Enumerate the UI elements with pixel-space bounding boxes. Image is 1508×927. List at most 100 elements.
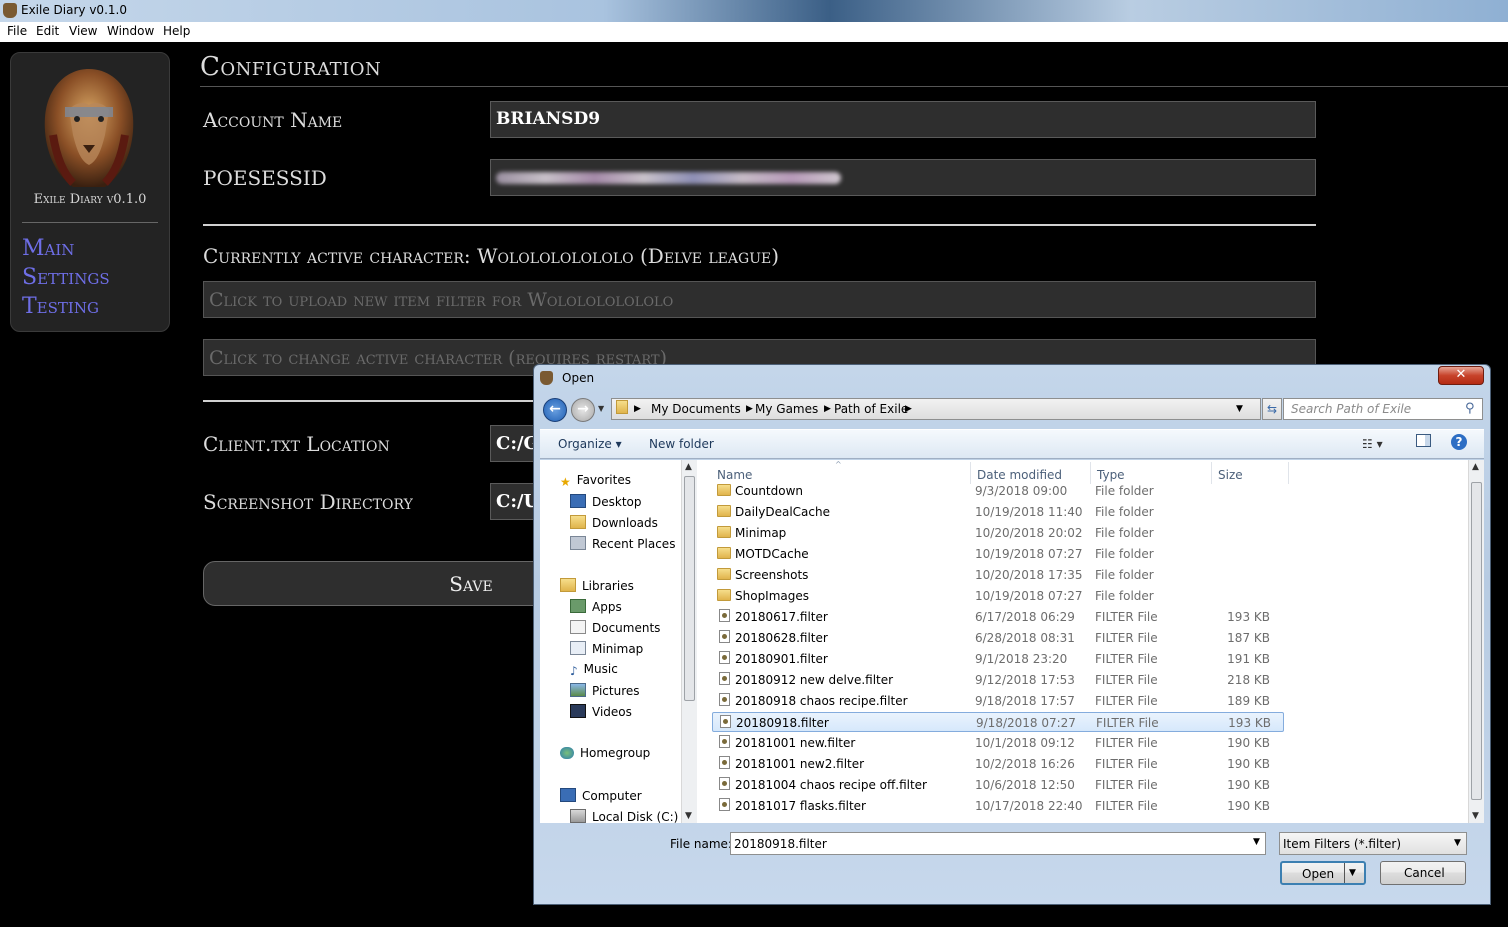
file-row[interactable]: 20181004 chaos recipe off.filter 10/6/201…	[712, 775, 1284, 795]
file-list-scroll-thumb[interactable]	[1471, 482, 1482, 800]
file-type-select[interactable]: Item Filters (*.filter) ▼	[1279, 832, 1467, 855]
file-list-scrollbar[interactable]: ▲ ▼	[1468, 460, 1484, 823]
nav-downloads[interactable]: Downloads	[570, 515, 658, 530]
scroll-up-icon[interactable]: ▲	[685, 462, 692, 472]
nav-testing[interactable]: Testing	[22, 294, 99, 319]
search-box[interactable]: Search Path of Exile ⚲	[1283, 398, 1483, 420]
file-name-input[interactable]: 20180918.filter ▼	[730, 832, 1266, 855]
column-header-name[interactable]: Name	[717, 468, 752, 482]
back-button[interactable]: ←	[543, 398, 567, 422]
nav-computer[interactable]: Computer	[560, 788, 642, 803]
breadcrumb-path-of-exile[interactable]: Path of Exile	[834, 402, 908, 416]
file-date: 10/19/2018 07:27	[975, 589, 1083, 603]
forward-button[interactable]: →	[571, 398, 595, 422]
scroll-up-icon[interactable]: ▲	[1472, 462, 1479, 472]
close-button[interactable]: ✕	[1438, 366, 1484, 385]
nav-pane-scrollbar[interactable]: ▲ ▼	[681, 460, 697, 823]
nav-local-disk[interactable]: Local Disk (C:)	[570, 809, 678, 824]
menu-window[interactable]: Window	[107, 24, 154, 38]
column-header-date[interactable]: Date modified	[977, 468, 1062, 482]
nav-pictures[interactable]: Pictures	[570, 683, 640, 698]
file-name: 20180901.filter	[735, 652, 828, 666]
file-type-value: Item Filters (*.filter)	[1283, 837, 1402, 851]
file-name-value: 20180918.filter	[734, 837, 827, 851]
refresh-button[interactable]: ⇆	[1262, 398, 1282, 420]
filter-file-icon	[719, 735, 730, 748]
file-row[interactable]: 20180628.filter 6/28/2018 08:31 FILTER Fil…	[712, 628, 1284, 648]
file-row[interactable]: MOTDCache 10/19/2018 07:27 File folder	[712, 544, 1284, 564]
file-row[interactable]: 20180912 new delve.filter 9/12/2018 17:53…	[712, 670, 1284, 690]
folder-icon	[717, 589, 731, 601]
open-dialog: Open ✕ ← → ▼ ▶ My Documents ▶ My Games ▶…	[533, 364, 1491, 905]
organize-button[interactable]: Organize ▾	[558, 437, 622, 451]
nav-libraries[interactable]: Libraries	[560, 578, 634, 593]
nav-apps[interactable]: Apps	[570, 599, 622, 614]
nav-music[interactable]: ♪ Music	[570, 662, 618, 678]
address-dropdown-icon[interactable]: ▼	[1236, 404, 1243, 414]
save-button[interactable]: Save	[203, 561, 563, 606]
menu-file[interactable]: File	[7, 24, 27, 38]
file-type: File folder	[1095, 484, 1154, 498]
nav-settings[interactable]: Settings	[22, 265, 110, 290]
poesessid-field[interactable]	[490, 159, 1316, 196]
cancel-button[interactable]: Cancel	[1380, 861, 1466, 885]
file-name-dropdown-icon[interactable]: ▼	[1253, 837, 1260, 847]
file-row[interactable]: 20180901.filter 9/1/2018 23:20 FILTER File…	[712, 649, 1284, 669]
file-row[interactable]: 20181017 flasks.filter 10/17/2018 22:40 FI…	[712, 796, 1284, 816]
menu-view[interactable]: View	[69, 24, 97, 38]
file-row[interactable]: 20180918 chaos recipe.filter 9/18/2018 17…	[712, 691, 1284, 711]
file-row[interactable]: Minimap 10/20/2018 20:02 File folder	[712, 523, 1284, 543]
minimap-library-icon	[570, 641, 586, 655]
file-row[interactable]: 20181001 new2.filter 10/2/2018 16:26 FILTE…	[712, 754, 1284, 774]
nav-videos-label: Videos	[592, 705, 632, 719]
scroll-down-icon[interactable]: ▼	[685, 811, 692, 821]
help-icon[interactable]: ?	[1451, 434, 1467, 450]
file-row[interactable]: ShopImages 10/19/2018 07:27 File folder	[712, 586, 1284, 606]
nav-recent-places[interactable]: Recent Places	[570, 536, 675, 551]
recent-locations-icon[interactable]: ▼	[598, 404, 604, 413]
preview-pane-icon[interactable]	[1416, 434, 1431, 447]
nav-recent-places-label: Recent Places	[592, 537, 676, 551]
nav-favorites[interactable]: ★ Favorites	[560, 473, 631, 489]
menu-help[interactable]: Help	[163, 24, 190, 38]
file-row[interactable]: Countdown 9/3/2018 09:00 File folder	[712, 481, 1284, 501]
breadcrumb-my-games[interactable]: My Games	[755, 402, 818, 416]
nav-desktop[interactable]: Desktop	[570, 494, 642, 509]
file-row[interactable]: 20180617.filter 6/17/2018 06:29 FILTER Fil…	[712, 607, 1284, 627]
file-row[interactable]: 20180918.filter 9/18/2018 07:27 FILTER Fil…	[712, 712, 1284, 732]
active-character-label: Currently active character: Wolololololo…	[203, 244, 780, 268]
account-name-field[interactable]: BRIANSD9	[490, 101, 1316, 138]
nav-desktop-label: Desktop	[592, 495, 642, 509]
file-type: FILTER File	[1095, 694, 1158, 708]
file-row[interactable]: Screenshots 10/20/2018 17:35 File folder	[712, 565, 1284, 585]
account-name-label: Account Name	[203, 108, 343, 132]
nav-videos[interactable]: Videos	[570, 704, 632, 719]
file-row[interactable]: 20181001 new.filter 10/1/2018 09:12 FILTER…	[712, 733, 1284, 753]
nav-homegroup[interactable]: Homegroup	[560, 746, 650, 760]
nav-main[interactable]: Main	[22, 236, 74, 261]
column-header-type[interactable]: Type	[1097, 468, 1125, 482]
nav-minimap[interactable]: Minimap	[570, 641, 643, 656]
filter-file-icon	[719, 756, 730, 769]
upload-filter-button[interactable]: Click to upload new item filter for Wolo…	[203, 281, 1316, 318]
file-type: File folder	[1095, 589, 1154, 603]
nav-pictures-label: Pictures	[592, 684, 640, 698]
file-size: 193 KB	[1227, 610, 1270, 624]
nav-homegroup-label: Homegroup	[580, 746, 651, 760]
column-header-size[interactable]: Size	[1218, 468, 1243, 482]
file-name: 20180628.filter	[735, 631, 828, 645]
refresh-icon: ⇆	[1266, 402, 1278, 416]
file-date: 10/20/2018 17:35	[975, 568, 1083, 582]
breadcrumb-my-documents[interactable]: My Documents	[651, 402, 741, 416]
new-folder-button[interactable]: New folder	[649, 437, 714, 451]
open-dropdown-icon[interactable]: ▼	[1349, 868, 1356, 878]
view-options-icon[interactable]: ☷ ▾	[1362, 437, 1383, 451]
nav-documents[interactable]: Documents	[570, 620, 660, 635]
menu-edit[interactable]: Edit	[36, 24, 59, 38]
open-button[interactable]: Open ▼	[1280, 861, 1366, 885]
address-bar[interactable]: ▶ My Documents ▶ My Games ▶ Path of Exil…	[611, 398, 1261, 420]
scroll-down-icon[interactable]: ▼	[1472, 811, 1479, 821]
file-row[interactable]: DailyDealCache 10/19/2018 11:40 File folde…	[712, 502, 1284, 522]
nav-pane-scroll-thumb[interactable]	[684, 476, 695, 701]
file-type: FILTER File	[1095, 736, 1158, 750]
